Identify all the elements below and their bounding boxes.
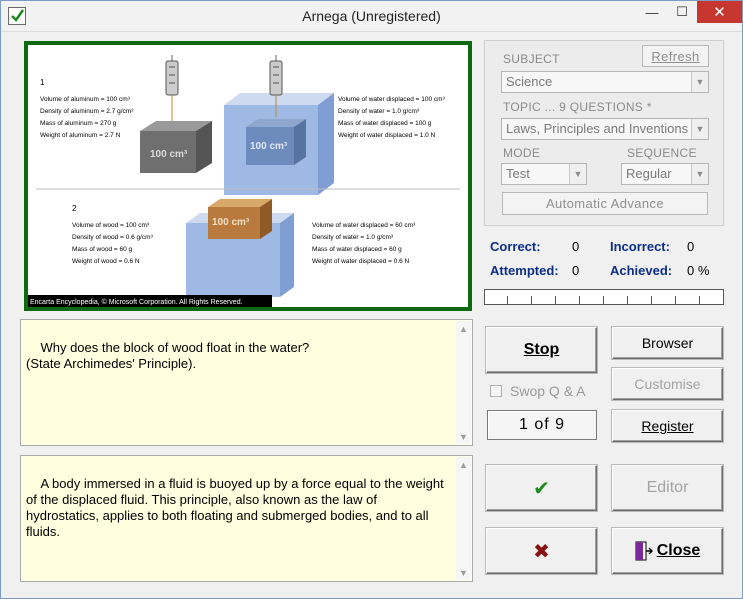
correct-value: 0	[572, 239, 580, 254]
scroll-up-icon[interactable]: ▲	[456, 321, 471, 336]
panel2-right-line: Volume of water displaced = 60 cm³	[312, 222, 416, 229]
scroll-down-icon[interactable]: ▼	[456, 429, 471, 444]
image-caption: Encarta Encyclopedia, © Microsoft Corpor…	[30, 298, 243, 306]
window-title: Arnega (Unregistered)	[302, 8, 441, 24]
settings-group: SUBJECT Refresh Science ▼ TOPIC ... 9 QU…	[484, 40, 724, 226]
panel1-number: 1	[40, 78, 45, 87]
browser-button[interactable]: Browser	[612, 327, 723, 359]
attempted-value: 0	[572, 263, 580, 278]
door-exit-icon	[635, 541, 653, 561]
swap-qa-checkbox[interactable]	[490, 385, 502, 397]
sequence-select[interactable]: Regular ▼	[621, 163, 709, 185]
maximize-button[interactable]: ☐	[667, 1, 697, 23]
scroll-down-icon[interactable]: ▼	[456, 565, 471, 580]
sequence-label: SEQUENCE	[627, 146, 697, 160]
chevron-down-icon: ▼	[691, 72, 708, 92]
panel2-right-line: Weight of water displaced = 0.6 N	[312, 258, 410, 265]
question-counter: 1 of 9	[487, 410, 597, 440]
close-button[interactable]: Close	[612, 528, 723, 574]
checkmark-icon: ✔	[533, 477, 550, 500]
swap-qa-checkbox-row[interactable]: Swop Q & A	[490, 382, 585, 400]
panel1-left-line: Weight of aluminum = 2.7 N	[40, 132, 121, 139]
spring-scale-icon	[165, 55, 179, 123]
wood-block-label: 100 cm³	[212, 217, 250, 228]
panel1-right-line: Density of water = 1.0 g/cm³	[338, 108, 420, 115]
subject-select[interactable]: Science ▼	[501, 71, 709, 93]
question-textbox[interactable]: Why does the block of wood float in the …	[20, 319, 473, 446]
app-window: Arnega (Unregistered) — ☐ ✕ 1 Volume of …	[0, 0, 743, 599]
swap-qa-label: Swop Q & A	[510, 383, 586, 399]
panel2-right-line: Density of water = 1.0 g/cm³	[312, 234, 394, 241]
attempted-label: Attempted:	[490, 263, 559, 278]
mode-label: MODE	[503, 146, 541, 160]
stop-button[interactable]: Stop	[486, 327, 597, 373]
title-bar: Arnega (Unregistered) — ☐ ✕	[1, 1, 742, 32]
question-image: 1 Volume of aluminum = 100 cm³ Density o…	[24, 41, 472, 311]
panel1-right-line: Mass of water displaced = 100 g	[338, 120, 432, 127]
panel1-left-line: Density of aluminum = 2.7 g/cm³	[40, 108, 134, 115]
mode-select[interactable]: Test ▼	[501, 163, 587, 185]
panel1-left-line: Mass of aluminum = 270 g	[40, 120, 117, 127]
achieved-value: 0 %	[687, 263, 710, 278]
chevron-down-icon: ▼	[691, 164, 708, 184]
answer-textbox[interactable]: A body immersed in a fluid is buoyed up …	[20, 455, 473, 582]
question-scrollbar[interactable]: ▲ ▼	[456, 321, 471, 444]
correct-label: Correct:	[490, 239, 541, 254]
minimize-button[interactable]: —	[637, 1, 667, 23]
achieved-label: Achieved:	[610, 263, 673, 278]
block-a-label: 100 cm³	[150, 149, 188, 160]
panel1-left-line: Volume of aluminum = 100 cm³	[40, 96, 131, 103]
mark-correct-button[interactable]: ✔	[486, 465, 597, 511]
panel2-left-line: Volume of wood = 100 cm³	[72, 222, 150, 229]
mark-wrong-button[interactable]: ✖	[486, 528, 597, 574]
panel1-right-line: Volume of water displaced = 100 cm³	[338, 96, 446, 103]
close-window-button[interactable]: ✕	[697, 1, 742, 23]
refresh-button[interactable]: Refresh	[642, 45, 709, 67]
scroll-up-icon[interactable]: ▲	[456, 457, 471, 472]
panel2-number: 2	[72, 204, 77, 213]
block-b-label: 100 cm³	[250, 141, 288, 152]
cross-icon: ✖	[533, 540, 550, 563]
incorrect-label: Incorrect:	[610, 239, 670, 254]
chevron-down-icon: ▼	[691, 119, 708, 139]
progress-ruler	[484, 289, 724, 305]
answer-scrollbar[interactable]: ▲ ▼	[456, 457, 471, 580]
customise-button[interactable]: Customise	[612, 368, 723, 400]
panel1-right-line: Weight of water displaced = 1.0 N	[338, 132, 436, 139]
automatic-advance-button[interactable]: Automatic Advance	[502, 192, 708, 215]
panel2-left-line: Weight of wood = 0.6 N	[72, 258, 140, 265]
topic-select[interactable]: Laws, Principles and Inventions ▼	[501, 118, 709, 140]
answer-text: A body immersed in a fluid is buoyed up …	[26, 476, 448, 539]
register-button[interactable]: Register	[612, 410, 723, 442]
question-text: Why does the block of wood float in the …	[26, 340, 310, 371]
incorrect-value: 0	[687, 239, 695, 254]
chevron-down-icon: ▼	[569, 164, 586, 184]
subject-label: SUBJECT	[503, 52, 560, 66]
panel2-left-line: Density of wood = 0.6 g/cm³	[72, 234, 154, 241]
editor-button[interactable]: Editor	[612, 465, 723, 511]
panel2-left-line: Mass of wood = 60 g	[72, 246, 133, 253]
panel2-right-line: Mass of water displaced = 60 g	[312, 246, 402, 253]
topic-label: TOPIC ... 9 QUESTIONS *	[503, 100, 652, 114]
